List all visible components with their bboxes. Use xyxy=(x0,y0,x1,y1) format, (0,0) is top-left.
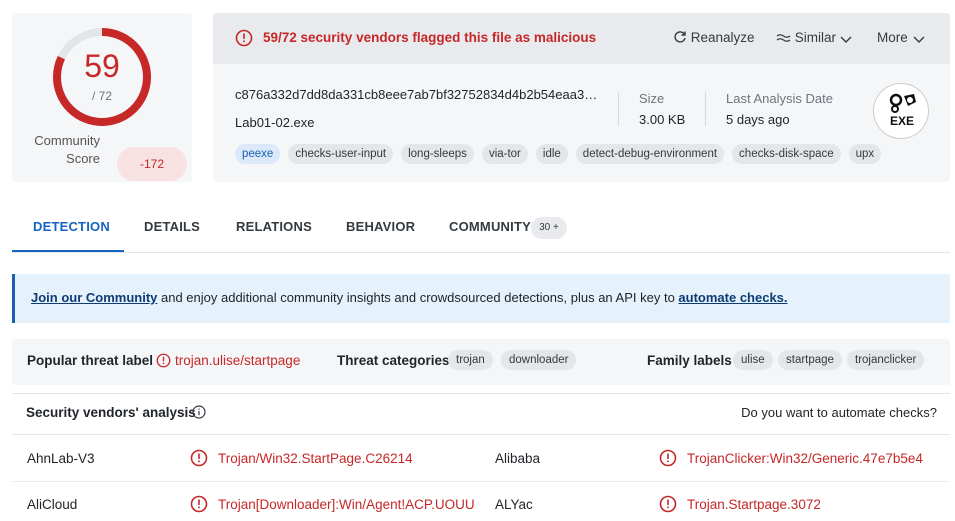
tag[interactable]: upx xyxy=(848,144,882,164)
vendors-analysis-title: Security vendors' analysis xyxy=(26,405,196,420)
vendor-result: Trojan/Win32.StartPage.C26214 xyxy=(218,451,413,466)
alert-circle-icon xyxy=(659,495,677,513)
active-tab-indicator xyxy=(12,250,124,252)
vendor-name: AliCloud xyxy=(27,497,78,512)
similar-button[interactable]: Similar xyxy=(776,30,852,45)
file-tags: peexe checks-user-input long-sleeps via-… xyxy=(235,144,882,164)
alert-circle-icon xyxy=(156,353,171,368)
file-summary: 59/72 security vendors flagged this file… xyxy=(213,13,950,182)
last-analysis-label: Last Analysis Date xyxy=(726,91,833,106)
join-community-link[interactable]: Join our Community xyxy=(31,290,157,305)
chevron-down-icon xyxy=(840,36,852,43)
tag[interactable]: detect-debug-environment xyxy=(575,144,725,164)
file-type-label: EXE xyxy=(889,114,914,128)
last-analysis-value: 5 days ago xyxy=(726,112,790,127)
table-row: AliCloud Trojan[Downloader]:Win/Agent!AC… xyxy=(12,482,950,521)
more-button[interactable]: More xyxy=(877,30,926,45)
alert-circle-icon xyxy=(235,29,253,47)
refresh-icon xyxy=(674,31,686,43)
malicious-alert-bar: 59/72 security vendors flagged this file… xyxy=(213,13,950,64)
popular-threat-label: Popular threat label xyxy=(27,353,154,368)
threat-category-chip[interactable]: trojan xyxy=(448,350,493,370)
divider xyxy=(705,92,706,126)
file-name: Lab01-02.exe xyxy=(235,115,315,130)
vendor-result: Trojan.Startpage.3072 xyxy=(687,497,821,512)
tab-detection[interactable]: DETECTION xyxy=(33,219,110,234)
family-label-chip[interactable]: startpage xyxy=(778,350,842,370)
popular-threat-value[interactable]: trojan.ulise/startpage xyxy=(175,353,300,368)
alert-circle-icon xyxy=(190,495,208,513)
vendor-name: AhnLab-V3 xyxy=(27,451,95,466)
community-score-badge[interactable]: -172 xyxy=(117,147,187,181)
tab-details[interactable]: DETAILS xyxy=(144,219,200,234)
family-label-chip[interactable]: trojanclicker xyxy=(847,350,925,370)
table-row: AhnLab-V3 Trojan/Win32.StartPage.C26214 … xyxy=(12,436,950,482)
divider xyxy=(618,92,619,126)
community-count-badge: 30 + xyxy=(531,217,567,239)
community-banner: Join our Community and enjoy additional … xyxy=(12,274,950,323)
threat-categories-label: Threat categories xyxy=(337,353,450,368)
malicious-alert-text: 59/72 security vendors flagged this file… xyxy=(263,30,597,45)
family-label-chip[interactable]: ulise xyxy=(733,350,773,370)
size-label: Size xyxy=(639,91,665,106)
vendor-name: ALYac xyxy=(495,497,533,512)
banner-message: and enjoy additional community insights … xyxy=(157,290,679,305)
tag[interactable]: via-tor xyxy=(481,144,528,164)
similar-label: Similar xyxy=(794,30,837,45)
detection-score-card: 59 / 72 Community Score -172 xyxy=(12,13,192,182)
tab-behavior[interactable]: BEHAVIOR xyxy=(346,219,415,234)
tag[interactable]: idle xyxy=(535,144,568,164)
vendor-name: Alibaba xyxy=(495,451,541,466)
family-labels-label: Family labels xyxy=(647,353,732,368)
vendor-result: TrojanClicker:Win32/Generic.47e7b5e4 xyxy=(687,451,923,466)
alert-circle-icon xyxy=(190,449,208,467)
report-tabs: DETECTION DETAILS RELATIONS BEHAVIOR COM… xyxy=(12,203,950,253)
exe-file-type-icon: EXE xyxy=(873,83,929,139)
more-label: More xyxy=(877,30,908,45)
detection-count: 59 xyxy=(84,48,120,84)
vendor-result: Trojan[Downloader]:Win/Agent!ACP.UOUU xyxy=(218,497,475,512)
file-hash[interactable]: c876a332d7dd8da331cb8eee7ab7bf32752834d4… xyxy=(235,87,605,102)
tag[interactable]: peexe xyxy=(235,144,281,164)
size-value: 3.00 KB xyxy=(639,112,686,127)
automate-checks-prompt[interactable]: Do you want to automate checks? xyxy=(741,405,937,420)
community-banner-text: Join our Community and enjoy additional … xyxy=(31,290,788,305)
total-engines: / 72 xyxy=(91,89,112,103)
threat-category-chip[interactable]: downloader xyxy=(501,350,577,370)
gears-icon xyxy=(889,93,916,113)
tag[interactable]: long-sleeps xyxy=(401,144,474,164)
chevron-down-icon xyxy=(913,36,925,43)
tag[interactable]: checks-disk-space xyxy=(732,144,841,164)
automate-checks-link[interactable]: automate checks. xyxy=(678,290,787,305)
reanalyze-button[interactable]: Reanalyze xyxy=(673,30,755,45)
alert-circle-icon xyxy=(659,449,677,467)
similar-icon xyxy=(776,34,791,42)
info-icon[interactable] xyxy=(192,405,206,419)
threat-summary: Popular threat label trojan.ulise/startp… xyxy=(12,339,950,385)
tab-community[interactable]: COMMUNITY xyxy=(449,219,531,234)
vendors-analysis-header: Security vendors' analysis Do you want t… xyxy=(12,393,950,435)
community-score-label: Community Score xyxy=(34,133,100,166)
reanalyze-label: Reanalyze xyxy=(690,30,755,45)
tag[interactable]: checks-user-input xyxy=(288,144,394,164)
tab-relations[interactable]: RELATIONS xyxy=(236,219,312,234)
